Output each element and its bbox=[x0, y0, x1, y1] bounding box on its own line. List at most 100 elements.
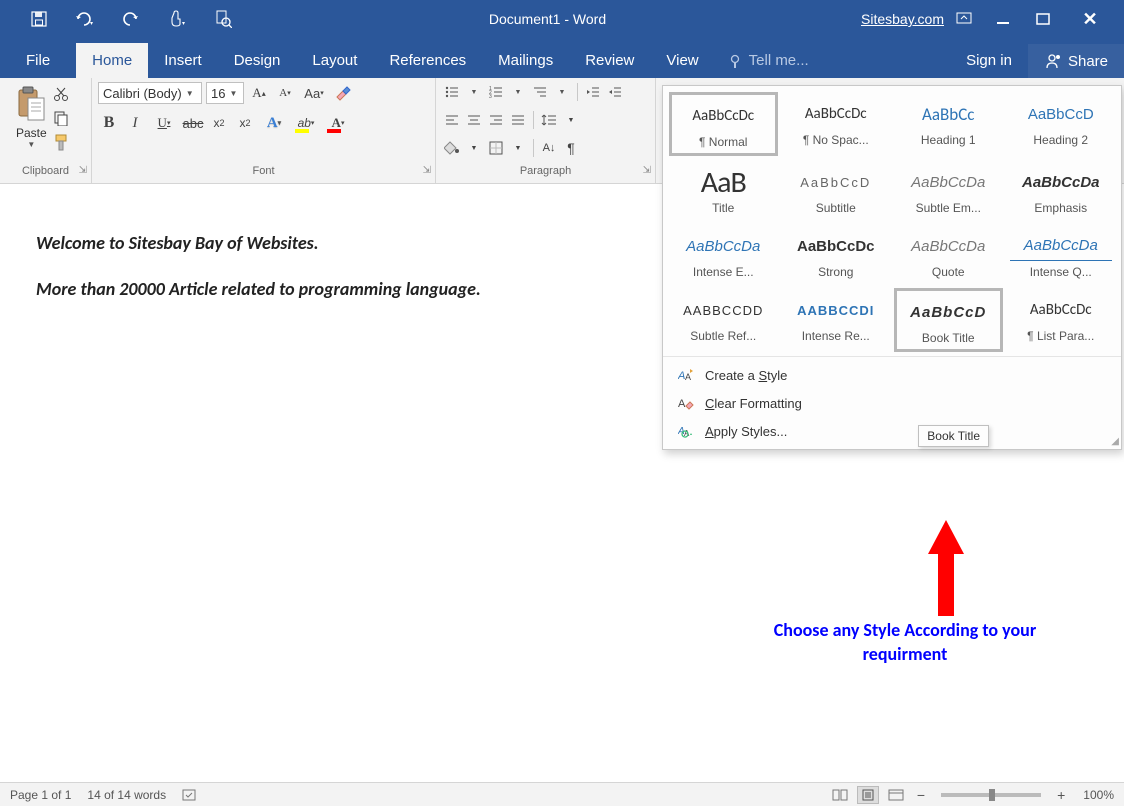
italic-button[interactable]: I bbox=[124, 112, 146, 134]
clipboard-label: Clipboard bbox=[0, 165, 91, 183]
style-subtle-em-[interactable]: AaBbCcDaSubtle Em... bbox=[894, 160, 1003, 220]
sort-icon[interactable]: A↓ bbox=[539, 138, 559, 158]
align-right-icon[interactable] bbox=[486, 110, 506, 130]
maximize-icon[interactable] bbox=[1036, 12, 1064, 26]
zoom-out-button[interactable]: − bbox=[913, 787, 929, 803]
chevron-down-icon[interactable]: ▼ bbox=[561, 110, 581, 130]
resize-grip-icon[interactable]: ◢ bbox=[1111, 436, 1119, 447]
web-layout-icon[interactable] bbox=[885, 786, 907, 804]
superscript-button[interactable]: x2 bbox=[234, 112, 256, 134]
justify-icon[interactable] bbox=[508, 110, 528, 130]
style-book-title[interactable]: AaBbCcDBook Title bbox=[894, 288, 1003, 352]
style-heading-1[interactable]: AaBbCcHeading 1 bbox=[894, 92, 1003, 156]
copy-icon[interactable] bbox=[53, 110, 73, 128]
tab-references[interactable]: References bbox=[373, 43, 482, 78]
font-color-button[interactable]: A▾ bbox=[324, 112, 352, 134]
tab-home[interactable]: Home bbox=[76, 43, 148, 78]
zoom-slider[interactable] bbox=[941, 793, 1041, 797]
tab-layout[interactable]: Layout bbox=[296, 43, 373, 78]
chevron-down-icon[interactable]: ▼ bbox=[552, 82, 572, 102]
tab-mailings[interactable]: Mailings bbox=[482, 43, 569, 78]
tell-me-label: Tell me... bbox=[749, 52, 809, 69]
cut-icon[interactable] bbox=[53, 86, 73, 104]
save-icon[interactable] bbox=[28, 8, 50, 30]
style-intense-q-[interactable]: AaBbCcDaIntense Q... bbox=[1007, 224, 1116, 284]
site-link[interactable]: Sitesbay.com bbox=[861, 11, 944, 27]
style-emphasis[interactable]: AaBbCcDaEmphasis bbox=[1007, 160, 1116, 220]
zoom-in-button[interactable]: + bbox=[1053, 787, 1069, 803]
text-effects-button[interactable]: A▾ bbox=[260, 112, 288, 134]
clear-formatting-menuitem[interactable]: A Clear Formatting bbox=[663, 389, 1121, 417]
zoom-level[interactable]: 100% bbox=[1075, 788, 1114, 802]
multilevel-list-icon[interactable] bbox=[530, 82, 550, 102]
underline-button[interactable]: U▾ bbox=[150, 112, 178, 134]
grow-font-icon[interactable]: A▴ bbox=[248, 82, 270, 104]
chevron-down-icon[interactable]: ▼ bbox=[508, 138, 528, 158]
style-name: Intense Q... bbox=[1010, 265, 1113, 279]
paste-button[interactable]: Paste ▼ bbox=[6, 82, 51, 149]
undo-icon[interactable] bbox=[74, 8, 96, 30]
chevron-down-icon: ▼ bbox=[186, 89, 194, 98]
numbering-icon[interactable]: 123 bbox=[486, 82, 506, 102]
bullets-icon[interactable] bbox=[442, 82, 462, 102]
ribbon-options-icon[interactable] bbox=[956, 12, 984, 26]
tab-file[interactable]: File bbox=[0, 43, 76, 78]
style-intense-re-[interactable]: AABBCCDIIntense Re... bbox=[782, 288, 891, 352]
borders-icon[interactable] bbox=[486, 138, 506, 158]
style-preview: AaBbCcDa bbox=[897, 167, 1000, 197]
align-left-icon[interactable] bbox=[442, 110, 462, 130]
style--normal[interactable]: AaBbCcDc¶ Normal bbox=[669, 92, 778, 156]
shading-icon[interactable] bbox=[442, 138, 462, 158]
font-name-combo[interactable]: Calibri (Body) ▼ bbox=[98, 82, 202, 104]
change-case-icon[interactable]: Aa▾ bbox=[300, 82, 328, 104]
style-strong[interactable]: AaBbCcDcStrong bbox=[782, 224, 891, 284]
proofing-icon[interactable] bbox=[182, 788, 198, 802]
style--no-spac-[interactable]: AaBbCcDc¶ No Spac... bbox=[782, 92, 891, 156]
format-painter-icon[interactable] bbox=[53, 134, 73, 152]
align-center-icon[interactable] bbox=[464, 110, 484, 130]
style-preview: AaBbCcD bbox=[899, 297, 998, 327]
style-subtle-ref-[interactable]: AABBCCDDSubtle Ref... bbox=[669, 288, 778, 352]
tab-design[interactable]: Design bbox=[218, 43, 297, 78]
svg-text:A: A bbox=[678, 398, 686, 410]
create-style-menuitem[interactable]: AA Create a Style bbox=[663, 361, 1121, 389]
style-intense-e-[interactable]: AaBbCcDaIntense E... bbox=[669, 224, 778, 284]
chevron-down-icon[interactable]: ▼ bbox=[508, 82, 528, 102]
touch-mode-icon[interactable] bbox=[166, 8, 188, 30]
highlight-button[interactable]: ab▾ bbox=[292, 112, 320, 134]
read-mode-icon[interactable] bbox=[829, 786, 851, 804]
decrease-indent-icon[interactable] bbox=[583, 82, 603, 102]
shrink-font-icon[interactable]: A▾ bbox=[274, 82, 296, 104]
style-title[interactable]: AaBTitle bbox=[669, 160, 778, 220]
tab-review[interactable]: Review bbox=[569, 43, 650, 78]
style-subtitle[interactable]: AaBbCcDSubtitle bbox=[782, 160, 891, 220]
redo-icon[interactable] bbox=[120, 8, 142, 30]
apply-styles-menuitem[interactable]: AA Apply Styles... bbox=[663, 417, 1121, 445]
increase-indent-icon[interactable] bbox=[605, 82, 625, 102]
sign-in-button[interactable]: Sign in bbox=[950, 43, 1028, 78]
style-heading-2[interactable]: AaBbCcDHeading 2 bbox=[1007, 92, 1116, 156]
font-size-combo[interactable]: 16 ▼ bbox=[206, 82, 244, 104]
zoom-thumb[interactable] bbox=[989, 789, 995, 801]
word-count[interactable]: 14 of 14 words bbox=[87, 788, 166, 802]
bold-button[interactable]: B bbox=[98, 112, 120, 134]
show-marks-icon[interactable]: ¶ bbox=[561, 138, 581, 158]
tell-me-search[interactable]: Tell me... bbox=[715, 43, 823, 78]
share-button[interactable]: Share bbox=[1028, 44, 1124, 78]
chevron-down-icon[interactable]: ▼ bbox=[464, 138, 484, 158]
minimize-icon[interactable] bbox=[996, 12, 1024, 26]
style--list-para-[interactable]: AaBbCcDc¶ List Para... bbox=[1007, 288, 1116, 352]
strikethrough-button[interactable]: abc bbox=[182, 112, 204, 134]
tab-insert[interactable]: Insert bbox=[148, 43, 218, 78]
close-icon[interactable]: ✕ bbox=[1076, 9, 1104, 30]
print-layout-icon[interactable] bbox=[857, 786, 879, 804]
style-quote[interactable]: AaBbCcDaQuote bbox=[894, 224, 1003, 284]
line-spacing-icon[interactable] bbox=[539, 110, 559, 130]
tab-view[interactable]: View bbox=[650, 43, 714, 78]
clear-formatting-icon[interactable] bbox=[332, 82, 354, 104]
style-name: Heading 1 bbox=[897, 133, 1000, 147]
subscript-button[interactable]: x2 bbox=[208, 112, 230, 134]
chevron-down-icon[interactable]: ▼ bbox=[464, 82, 484, 102]
page-indicator[interactable]: Page 1 of 1 bbox=[10, 788, 71, 802]
print-preview-icon[interactable] bbox=[212, 8, 234, 30]
